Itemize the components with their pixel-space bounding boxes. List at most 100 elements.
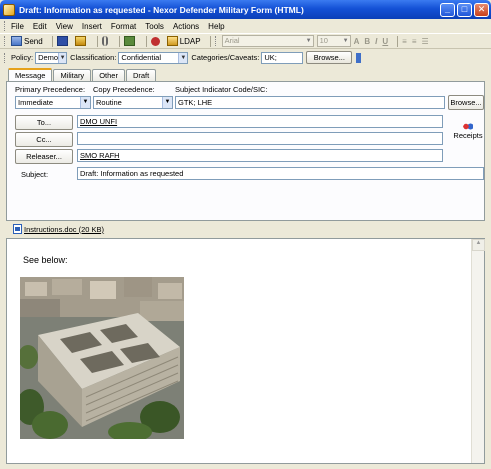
aerial-building-image bbox=[20, 277, 184, 439]
toolbar-separator bbox=[145, 35, 147, 47]
classification-value: Confidential bbox=[121, 52, 161, 62]
copy-precedence-value: Routine bbox=[96, 98, 122, 107]
menu-file[interactable]: File bbox=[11, 22, 24, 31]
bullets-icon[interactable]: ☰ bbox=[422, 37, 429, 46]
bold-button[interactable]: B bbox=[364, 37, 370, 46]
sic-field[interactable]: GTK; LHE bbox=[175, 96, 445, 109]
send-button[interactable]: Send bbox=[11, 36, 43, 46]
classification-select[interactable]: Confidential ▼ bbox=[118, 51, 189, 64]
check-names-icon bbox=[123, 36, 135, 46]
message-header-panel: Primary Precedence: Copy Precedence: Sub… bbox=[6, 81, 485, 221]
address-book-icon bbox=[74, 36, 86, 46]
ldap-button[interactable]: LDAP bbox=[166, 36, 201, 46]
to-button[interactable]: To... bbox=[15, 115, 73, 130]
sic-browse-button[interactable]: Browse... bbox=[448, 95, 484, 110]
ldap-icon bbox=[166, 36, 178, 46]
font-size-value: 10 bbox=[319, 36, 328, 45]
categories-field[interactable]: UK; bbox=[261, 51, 304, 64]
message-body[interactable]: See below: ▲ bbox=[6, 238, 485, 464]
releaser-button[interactable]: Releaser... bbox=[15, 149, 73, 164]
policy-label: Policy: bbox=[11, 53, 34, 62]
body-scrollbar[interactable]: ▲ bbox=[471, 239, 485, 463]
close-button[interactable]: ✕ bbox=[474, 2, 489, 17]
chevron-down-icon: ▼ bbox=[162, 97, 172, 108]
ldap-label: LDAP bbox=[179, 36, 201, 46]
priority-icon bbox=[150, 36, 160, 46]
classification-label: Classification: bbox=[70, 53, 117, 62]
releaser-field[interactable]: SMO RAFH bbox=[77, 149, 443, 162]
window-title: Draft: Information as requested - Nexor … bbox=[19, 4, 304, 15]
menu-insert[interactable]: Insert bbox=[82, 22, 102, 31]
address-book-button[interactable] bbox=[74, 36, 88, 46]
menu-actions[interactable]: Actions bbox=[173, 22, 199, 31]
cc-button[interactable]: Cc... bbox=[15, 132, 73, 147]
body-text: See below: bbox=[23, 255, 68, 265]
chevron-down-icon: ▼ bbox=[305, 38, 312, 44]
menu-format[interactable]: Format bbox=[111, 22, 136, 31]
attach-button[interactable] bbox=[101, 36, 110, 46]
envelope-app-icon bbox=[3, 3, 15, 16]
font-color-button[interactable]: A bbox=[354, 37, 360, 46]
font-size-combo[interactable]: 10 ▼ bbox=[316, 35, 351, 47]
subject-field[interactable]: Draft: Information as requested bbox=[77, 167, 484, 180]
toolbar-grip[interactable] bbox=[4, 36, 7, 46]
menu-tools[interactable]: Tools bbox=[145, 22, 164, 31]
embedded-building-photo bbox=[20, 277, 184, 439]
standard-toolbar: Send LDAP Arial ▼ 10 ▼ A B I U ≡ ≡ ☰ bbox=[0, 33, 491, 49]
sic-label: Subject Indicator Code/SIC: bbox=[175, 85, 268, 94]
font-name-combo[interactable]: Arial ▼ bbox=[221, 35, 314, 47]
menu-edit[interactable]: Edit bbox=[33, 22, 47, 31]
tab-message[interactable]: Message bbox=[8, 68, 53, 81]
subject-label: Subject: bbox=[21, 170, 49, 179]
chevron-down-icon: ▼ bbox=[80, 97, 90, 108]
maximize-button[interactable]: □ bbox=[457, 2, 472, 17]
tab-other[interactable]: Other bbox=[92, 69, 125, 81]
toolbar-separator bbox=[96, 35, 98, 47]
receipts-label: Receipts bbox=[453, 131, 483, 140]
italic-button[interactable]: I bbox=[375, 37, 377, 46]
to-field[interactable]: DMO UNFI bbox=[77, 115, 443, 128]
send-label: Send bbox=[24, 36, 43, 46]
releaser-recipient[interactable]: SMO RAFH bbox=[80, 151, 120, 160]
attachment-name[interactable]: Instructions.doc (20 KB) bbox=[24, 225, 104, 234]
toolbar-grip[interactable] bbox=[214, 36, 218, 46]
form-tabs: Message Military Other Draft bbox=[8, 68, 157, 81]
toolbar-overflow-handle[interactable] bbox=[356, 52, 362, 63]
toolbar-separator bbox=[118, 35, 120, 47]
toolbar-grip[interactable] bbox=[4, 52, 7, 63]
copy-precedence-select[interactable]: Routine ▼ bbox=[93, 96, 173, 109]
cc-field[interactable] bbox=[77, 132, 443, 145]
align-center-icon[interactable]: ≡ bbox=[412, 37, 417, 46]
chevron-down-icon: ▼ bbox=[342, 38, 349, 44]
categories-label: Categories/Caveats: bbox=[191, 53, 260, 62]
attachment-item[interactable]: Instructions.doc (20 KB) bbox=[13, 223, 104, 235]
subject-value: Draft: Information as requested bbox=[80, 169, 184, 178]
toolbar-separator bbox=[397, 35, 399, 47]
primary-precedence-select[interactable]: Immediate ▼ bbox=[15, 96, 91, 109]
check-names-button[interactable] bbox=[123, 36, 137, 46]
menu-view[interactable]: View bbox=[56, 22, 73, 31]
policy-browse-button[interactable]: Browse... bbox=[306, 51, 353, 64]
underline-button[interactable]: U bbox=[382, 37, 388, 46]
categories-value: UK; bbox=[264, 52, 277, 62]
chevron-down-icon: ▼ bbox=[178, 52, 188, 63]
primary-precedence-label: Primary Precedence: bbox=[15, 85, 86, 94]
priority-button[interactable] bbox=[150, 36, 162, 46]
tab-military[interactable]: Military bbox=[53, 69, 92, 81]
align-left-icon[interactable]: ≡ bbox=[402, 37, 407, 46]
title-bar[interactable]: Draft: Information as requested - Nexor … bbox=[0, 0, 491, 19]
to-recipient[interactable]: DMO UNFI bbox=[80, 117, 117, 126]
scroll-up-icon[interactable]: ▲ bbox=[472, 239, 485, 251]
policy-value: Demo bbox=[38, 52, 59, 62]
menu-help[interactable]: Help bbox=[208, 22, 224, 31]
receipts-button[interactable]: Receipts bbox=[450, 122, 486, 146]
save-button[interactable] bbox=[56, 36, 70, 46]
security-label-bar: Policy: Demo ▼ Classification: Confident… bbox=[0, 49, 491, 66]
policy-select[interactable]: Demo ▼ bbox=[35, 51, 68, 64]
minimize-button[interactable]: _ bbox=[440, 2, 455, 17]
toolbar-separator bbox=[51, 35, 53, 47]
menu-bar: File Edit View Insert Format Tools Actio… bbox=[0, 19, 491, 33]
tab-draft[interactable]: Draft bbox=[125, 69, 157, 81]
toolbar-grip[interactable] bbox=[4, 21, 7, 31]
paperclip-icon bbox=[101, 36, 108, 46]
